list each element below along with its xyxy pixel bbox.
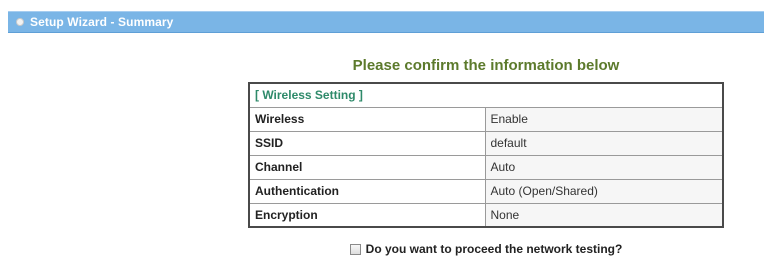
table-row: Encryption None	[248, 202, 724, 228]
circle-bullet-icon	[16, 18, 24, 26]
network-test-option[interactable]: Do you want to proceed the network testi…	[248, 242, 724, 256]
network-test-checkbox[interactable]	[349, 243, 361, 255]
network-test-label[interactable]: Do you want to proceed the network testi…	[366, 242, 623, 256]
row-label-ssid: SSID	[248, 130, 486, 156]
confirm-heading: Please confirm the information below	[352, 57, 620, 74]
table-row: Channel Auto	[248, 154, 724, 180]
row-value-authentication: Auto (Open/Shared)	[484, 178, 724, 204]
row-label-channel: Channel	[248, 154, 486, 180]
page-title-bar: Setup Wizard - Summary	[8, 11, 764, 33]
section-header-row: [ Wireless Setting ]	[248, 82, 724, 108]
table-row: Wireless Enable	[248, 106, 724, 132]
row-label-encryption: Encryption	[248, 202, 486, 228]
row-label-wireless: Wireless	[248, 106, 486, 132]
row-value-encryption: None	[484, 202, 724, 228]
page-title: Setup Wizard - Summary	[30, 15, 174, 29]
section-label: [ Wireless Setting ]	[248, 82, 724, 108]
row-value-wireless: Enable	[484, 106, 724, 132]
table-row: Authentication Auto (Open/Shared)	[248, 178, 724, 204]
row-label-authentication: Authentication	[248, 178, 486, 204]
table-row: SSID default	[248, 130, 724, 156]
row-value-ssid: default	[484, 130, 724, 156]
row-value-channel: Auto	[484, 154, 724, 180]
summary-table: [ Wireless Setting ] Wireless Enable SSI…	[248, 82, 724, 228]
